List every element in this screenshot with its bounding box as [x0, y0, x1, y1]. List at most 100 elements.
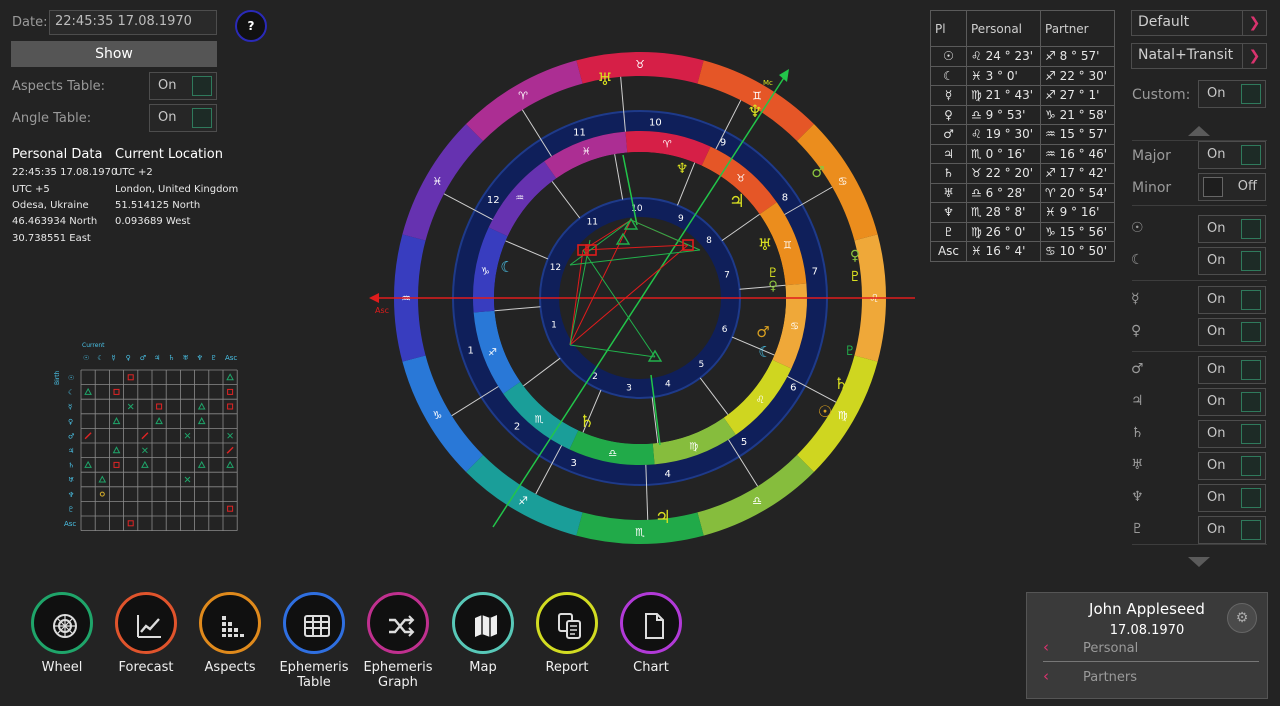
planet-cell: ♀ [930, 104, 967, 125]
outer-house-number: 2 [514, 421, 520, 432]
planet-glyph: ♇ [849, 269, 862, 285]
nav-wheel-button[interactable]: Wheel [30, 592, 94, 675]
aspect-grid: Current ☉ ☾ ☿ ♀ ♂ ♃ ♄ ♅ ♆ ♇ Asc ☉ ☾ ☿ ♀ ♂ ♃ ♄ ♅ ♆ ♇ Asc Birth [50, 340, 250, 535]
planet-glyph: ♄ [834, 374, 848, 393]
planet-symbol: ♇ [1131, 521, 1144, 537]
nav-ephemeris-table-button[interactable]: Ephemeris Table [279, 592, 349, 690]
planet-glyph: ♀ [768, 279, 778, 294]
partner-cell: ♋ 10 ° 50' [1040, 241, 1115, 262]
personal-row[interactable]: ‹ Personal [1043, 638, 1259, 662]
nav-circle[interactable] [536, 592, 598, 654]
outer-house-number: 7 [812, 266, 818, 277]
astro-wheel[interactable]: 123456789101112123456789101112♈♉♊♋♌♍♎♏♐♑… [355, 45, 925, 555]
zodiac-sign-glyph: ♏ [635, 526, 645, 539]
nav-label: Report [545, 660, 589, 675]
planet-toggle[interactable]: On [1198, 215, 1266, 243]
planet-glyph: ♂ [811, 163, 824, 181]
nav-aspects-button[interactable]: Aspects [198, 592, 262, 675]
nav-circle[interactable] [367, 592, 429, 654]
nav-label: Wheel [41, 660, 83, 675]
nav-circle[interactable] [283, 592, 345, 654]
toggle-state: On [1207, 522, 1226, 537]
opposition-aspect-mark [84, 432, 92, 440]
planet-symbol: ♆ [1131, 489, 1144, 505]
square-aspect-mark [227, 388, 234, 395]
table-row: ☿ ♍ 21 ° 43' ♐ 27 ° 1' [930, 85, 1115, 106]
location-line: London, United Kingdom [115, 184, 239, 195]
sextile-aspect-mark [127, 403, 134, 410]
planet-toggle[interactable]: On [1198, 318, 1266, 346]
grid-row-symbol: ♅ [68, 476, 74, 484]
sextile-aspect-mark [184, 432, 191, 439]
personal-cell: ♌ 19 ° 30' [966, 124, 1041, 145]
trine-aspect-mark [197, 402, 206, 410]
planet-glyph: ♂ [756, 323, 769, 341]
aspects-table-toggle[interactable]: On [149, 72, 217, 100]
zodiac-sign-glyph: ♉ [736, 174, 745, 185]
gear-icon[interactable]: ⚙ [1227, 603, 1257, 633]
mode-select[interactable]: Natal+Transit ❯ [1131, 43, 1267, 69]
toggle-state: On [1207, 147, 1226, 162]
toggle-box [1203, 177, 1223, 197]
nav-chart-button[interactable]: Chart [619, 592, 683, 675]
planet-toggle[interactable]: On [1198, 452, 1266, 480]
conjunction-aspect-mark [99, 491, 105, 497]
nav-map-button[interactable]: Map [451, 592, 515, 675]
nav-label: Ephemeris Graph [363, 660, 433, 690]
planet-toggle[interactable]: On [1198, 247, 1266, 275]
nav-circle[interactable] [199, 592, 261, 654]
divider [1132, 351, 1267, 352]
planet-toggle[interactable]: On [1198, 356, 1266, 384]
grid-col-symbol: ☾ [97, 354, 103, 362]
minor-toggle[interactable]: Off [1198, 173, 1266, 201]
planet-cell: ☾ [930, 65, 967, 86]
planet-glyph: ♀ [850, 248, 860, 264]
date-input[interactable]: 22:45:35 17.08.1970 [49, 10, 217, 35]
grid-col-symbol: ♇ [211, 354, 217, 362]
trine-aspect-mark [197, 460, 206, 468]
nav-circle[interactable] [31, 592, 93, 654]
angle-table-toggle[interactable]: On [149, 104, 217, 132]
partner-cell: ♑ 15 ° 56' [1040, 221, 1115, 242]
help-button[interactable]: ? [235, 10, 267, 42]
custom-toggle[interactable]: On [1198, 80, 1266, 108]
personal-line: 46.463934 North [12, 216, 98, 227]
preset-value: Default [1138, 14, 1190, 30]
outer-house-number: 12 [487, 195, 500, 206]
nav-ephemeris-graph-button[interactable]: Ephemeris Graph [363, 592, 433, 690]
nav-label: Ephemeris Table [279, 660, 349, 690]
planet-toggle[interactable]: On [1198, 420, 1266, 448]
inner-house-number: 4 [665, 380, 671, 390]
nav-forecast-button[interactable]: Forecast [114, 592, 178, 675]
preset-select[interactable]: Default ❯ [1131, 10, 1267, 36]
partner-cell: ♒ 15 ° 57' [1040, 124, 1115, 145]
nav-circle[interactable] [620, 592, 682, 654]
square-aspect-mark [127, 520, 134, 527]
nav-circle[interactable] [115, 592, 177, 654]
planet-toggle[interactable]: On [1198, 484, 1266, 512]
inner-house-number: 1 [551, 320, 557, 330]
scroll-down-icon[interactable] [1188, 557, 1210, 567]
nav-circle[interactable] [452, 592, 514, 654]
toggle-box [1241, 392, 1261, 412]
partners-row[interactable]: ‹ Partners [1043, 667, 1259, 691]
mc-label: Mc [763, 79, 773, 87]
current-location-title: Current Location [115, 147, 223, 162]
planet-cell: Asc [930, 241, 967, 262]
planet-glyph: ♃ [729, 191, 745, 212]
planet-toggle[interactable]: On [1198, 516, 1266, 544]
planet-toggle[interactable]: On [1198, 286, 1266, 314]
scroll-up-icon[interactable] [1188, 126, 1210, 136]
toggle-state: On [158, 110, 177, 125]
toggle-state: On [1207, 362, 1226, 377]
divider [1132, 205, 1267, 206]
major-toggle[interactable]: On [1198, 141, 1266, 169]
planet-glyph: ☾ [500, 258, 513, 276]
show-button[interactable]: Show [11, 41, 217, 67]
planet-toggle[interactable]: On [1198, 388, 1266, 416]
table-row: ☉ ♌ 24 ° 23' ♐ 8 ° 57' [930, 46, 1115, 67]
partner-cell: ♐ 27 ° 1' [1040, 85, 1115, 106]
personal-line: Odesa, Ukraine [12, 200, 89, 211]
inner-house-number: 7 [724, 271, 730, 281]
nav-report-button[interactable]: Report [535, 592, 599, 675]
